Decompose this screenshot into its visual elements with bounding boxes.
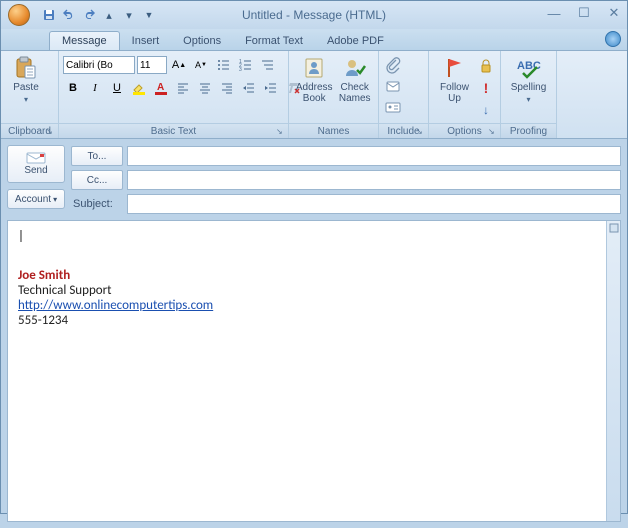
paste-icon	[14, 56, 38, 80]
help-icon[interactable]	[605, 31, 621, 47]
send-button[interactable]: Send	[7, 145, 65, 183]
flag-icon	[443, 56, 467, 80]
minimize-button[interactable]: —	[545, 5, 563, 21]
cc-button[interactable]: Cc...	[71, 170, 123, 190]
include-launcher-icon[interactable]: ↘	[416, 127, 426, 137]
group-names-label: Names	[289, 123, 378, 138]
attach-item-icon[interactable]	[383, 76, 403, 96]
svg-text:ABC: ABC	[517, 60, 541, 72]
spelling-label: Spelling	[511, 82, 547, 93]
increase-indent-icon[interactable]	[261, 78, 281, 98]
follow-up-button[interactable]: Follow Up	[433, 53, 476, 104]
grow-font-icon[interactable]: A▲	[169, 55, 189, 75]
bullets-icon[interactable]	[213, 55, 233, 75]
send-label: Send	[24, 165, 47, 176]
address-book-button[interactable]: Address Book	[293, 53, 335, 104]
clipboard-launcher-icon[interactable]: ↘	[46, 127, 56, 137]
address-book-icon	[302, 56, 326, 80]
qat-save-icon[interactable]	[41, 7, 57, 23]
envelope-icon	[26, 152, 46, 164]
account-label: Account	[15, 194, 51, 205]
tab-format-text[interactable]: Format Text	[233, 32, 315, 50]
highlight-icon[interactable]	[129, 78, 149, 98]
text-cursor	[18, 229, 610, 244]
message-body[interactable]: Joe Smith Technical Support http://www.o…	[7, 220, 621, 522]
font-color-icon[interactable]: A	[151, 78, 171, 98]
svg-text:A: A	[157, 82, 164, 93]
to-button[interactable]: To...	[71, 146, 123, 166]
svg-text:3: 3	[239, 67, 242, 72]
spelling-button[interactable]: ABC Spelling ▾	[505, 53, 552, 104]
numbering-icon[interactable]: 123	[235, 55, 255, 75]
font-family-select[interactable]	[63, 56, 135, 74]
options-launcher-icon[interactable]: ↘	[488, 127, 498, 137]
subject-input[interactable]	[127, 194, 621, 214]
font-size-select[interactable]	[137, 56, 167, 74]
office-orb-icon	[8, 4, 30, 26]
account-button[interactable]: Account▾	[7, 189, 65, 209]
attach-file-icon[interactable]	[383, 55, 403, 75]
check-names-label: Check Names	[339, 82, 371, 104]
qat-undo-icon[interactable]	[61, 7, 77, 23]
high-importance-icon[interactable]: !	[476, 78, 496, 98]
basictext-launcher-icon[interactable]: ↘	[276, 127, 286, 137]
check-names-icon	[343, 56, 367, 80]
body-side-strip	[606, 221, 620, 521]
decrease-indent-icon[interactable]	[239, 78, 259, 98]
qat-nav-up-icon[interactable]: ▴	[101, 7, 117, 23]
tab-insert[interactable]: Insert	[120, 32, 172, 50]
office-button[interactable]	[1, 1, 37, 29]
group-basictext-label: Basic Text	[59, 123, 288, 138]
follow-up-label: Follow Up	[440, 82, 469, 104]
maximize-button[interactable]: ☐	[575, 5, 593, 21]
align-right-icon[interactable]	[217, 78, 237, 98]
signature-phone: 555-1234	[18, 313, 610, 328]
qat-redo-icon[interactable]	[81, 7, 97, 23]
italic-button[interactable]: I	[85, 78, 105, 98]
bold-button[interactable]: B	[63, 78, 83, 98]
signature-link[interactable]: http://www.onlinecomputertips.com	[18, 298, 213, 313]
tab-message[interactable]: Message	[49, 31, 120, 50]
underline-button[interactable]: U	[107, 78, 127, 98]
cc-input[interactable]	[127, 170, 621, 190]
to-input[interactable]	[127, 146, 621, 166]
tab-options[interactable]: Options	[171, 32, 233, 50]
ruler-toggle-icon[interactable]	[609, 223, 619, 233]
paste-label: Paste	[13, 82, 39, 93]
signature-role: Technical Support	[18, 283, 610, 298]
check-names-button[interactable]: Check Names	[335, 53, 374, 104]
paste-button[interactable]: Paste ▾	[5, 53, 47, 104]
tab-adobe-pdf[interactable]: Adobe PDF	[315, 32, 396, 50]
align-center-icon[interactable]	[195, 78, 215, 98]
group-proofing-label: Proofing	[501, 123, 556, 138]
permission-icon[interactable]	[476, 56, 496, 76]
low-importance-icon[interactable]: ↓	[476, 100, 496, 120]
business-card-icon[interactable]	[383, 97, 403, 117]
align-left-icon[interactable]	[173, 78, 193, 98]
qat-nav-down-icon[interactable]: ▾	[121, 7, 137, 23]
spelling-icon: ABC	[517, 56, 541, 80]
shrink-font-icon[interactable]: A▼	[191, 55, 211, 75]
subject-label: Subject:	[71, 198, 123, 210]
qat-customize-icon[interactable]: ▼	[141, 7, 157, 23]
address-book-label: Address Book	[296, 82, 333, 104]
close-button[interactable]: ✕	[605, 5, 623, 21]
multilevel-list-icon[interactable]	[257, 55, 277, 75]
signature-name: Joe Smith	[18, 268, 610, 283]
